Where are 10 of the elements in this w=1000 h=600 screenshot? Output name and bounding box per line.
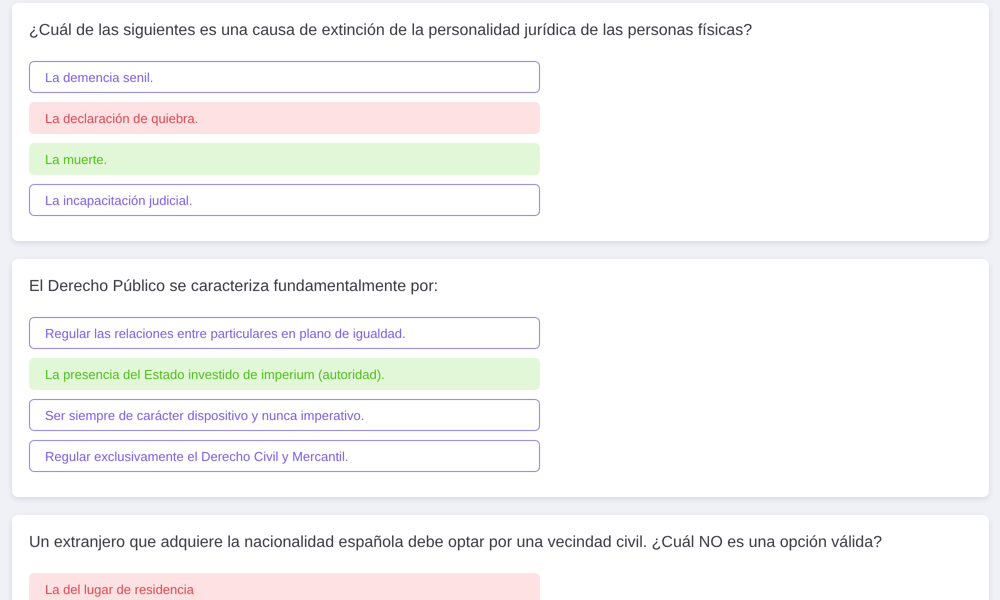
answer-option[interactable]: Regular las relaciones entre particulares en plano de igualdad. <box>29 317 540 349</box>
answer-option[interactable]: La del lugar de residencia <box>29 573 540 600</box>
answer-option[interactable]: Ser siempre de carácter dispositivo y nunca imperativo. <box>29 399 540 431</box>
answer-option[interactable]: La declaración de quiebra. <box>29 102 540 134</box>
question-text: Un extranjero que adquiere la nacionalidad española debe optar por una vecindad civil. ¿Cuál NO es una opción válida? <box>29 533 883 553</box>
answer-option[interactable]: Regular exclusivamente el Derecho Civil y Mercantil. <box>29 440 540 472</box>
question-text: El Derecho Público se caracteriza fundamentalmente por: <box>29 277 440 297</box>
question-text: ¿Cuál de las siguientes es una causa de extinción de la personalidad jurídica de las personas físicas? <box>29 21 754 41</box>
answer-option[interactable]: La demencia senil. <box>29 61 540 93</box>
answer-option[interactable]: La incapacitación judicial. <box>29 184 540 216</box>
